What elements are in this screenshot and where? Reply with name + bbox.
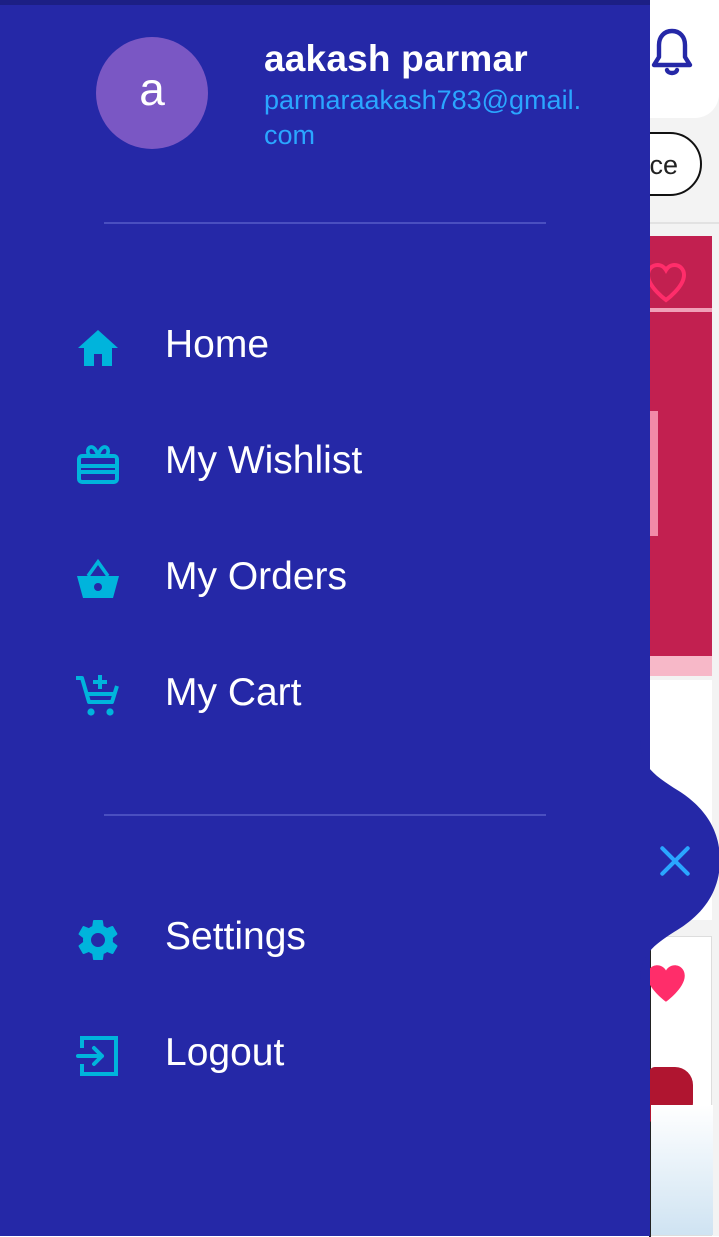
menu-item-label: Settings: [165, 915, 306, 958]
filter-pill-label: ce: [649, 150, 678, 180]
home-icon: [78, 330, 118, 366]
user-name: aakash parmar: [264, 38, 528, 79]
menu-item-cart[interactable]: My Cart: [0, 650, 620, 740]
close-icon[interactable]: [656, 842, 694, 880]
gift-card-icon: [77, 445, 119, 484]
product-image-bg: [651, 1105, 713, 1235]
bell-icon[interactable]: [648, 26, 696, 84]
avatar-letter: a: [139, 63, 165, 115]
divider: [104, 814, 546, 816]
menu-item-settings[interactable]: Settings: [0, 894, 620, 984]
menu-item-label: My Cart: [165, 671, 302, 714]
menu-item-label: My Orders: [165, 555, 348, 598]
avatar[interactable]: a: [96, 37, 208, 149]
menu-item-orders[interactable]: My Orders: [0, 534, 620, 624]
user-email: parmaraakash783@gmail.com: [264, 85, 582, 150]
menu-item-label: Logout: [165, 1031, 285, 1074]
menu-item-label: Home: [165, 323, 270, 366]
menu-item-logout[interactable]: Logout: [0, 1010, 620, 1100]
drawer-top-edge: [0, 0, 650, 5]
basket-icon: [77, 558, 119, 598]
menu-item-wishlist[interactable]: My Wishlist: [0, 418, 620, 508]
divider: [104, 222, 546, 224]
menu-item-home[interactable]: Home: [0, 302, 620, 392]
gear-icon: [78, 920, 118, 961]
logout-icon: [76, 1036, 118, 1076]
menu-item-label: My Wishlist: [165, 439, 363, 482]
add-to-cart-icon: [76, 675, 119, 716]
navigation-drawer: a aakash parmar parmaraakash783@gmail.co…: [0, 0, 719, 1236]
